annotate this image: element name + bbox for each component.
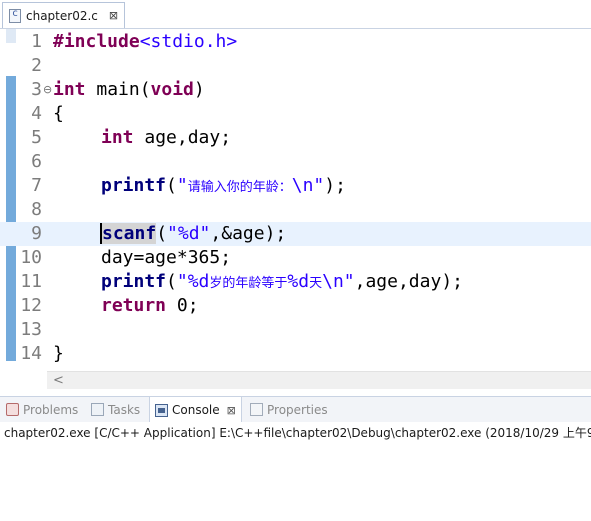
code-text[interactable]: day=age*365; bbox=[101, 246, 231, 270]
code-line-3[interactable]: 3 ⊖ int main(void) bbox=[0, 78, 591, 102]
code-line-7[interactable]: 7 printf("请输入你的年龄：\n"); bbox=[0, 174, 591, 198]
code-text[interactable]: scanf("%d",&age); bbox=[100, 222, 286, 246]
code-line-2[interactable]: 2 bbox=[0, 54, 591, 78]
line-number: 1 bbox=[31, 31, 42, 52]
code-editor[interactable]: 1 #include<stdio.h> 2 3 ⊖ int main(void)… bbox=[0, 29, 591, 369]
line-number: 10 bbox=[20, 247, 42, 268]
line-number: 8 bbox=[31, 199, 42, 220]
code-line-6[interactable]: 6 bbox=[0, 150, 591, 174]
code-line-14[interactable]: 14 } bbox=[0, 342, 591, 366]
code-line-4[interactable]: 4 { bbox=[0, 102, 591, 126]
line-number: 7 bbox=[31, 175, 42, 196]
code-text[interactable]: } bbox=[53, 342, 64, 366]
code-line-1[interactable]: 1 #include<stdio.h> bbox=[0, 30, 591, 54]
code-line-13[interactable]: 13 bbox=[0, 318, 591, 342]
properties-icon bbox=[250, 403, 263, 416]
bottom-panel-tab-bar: Problems Tasks Console ⊠ Properties bbox=[0, 396, 591, 423]
line-number: 5 bbox=[31, 127, 42, 148]
editor-tab-bar: chapter02.c ⊠ bbox=[0, 0, 591, 29]
tab-tasks[interactable]: Tasks bbox=[91, 397, 140, 422]
line-number: 4 bbox=[31, 103, 42, 124]
code-text[interactable]: #include<stdio.h> bbox=[53, 30, 237, 54]
code-text[interactable]: printf("请输入你的年龄：\n"); bbox=[101, 174, 346, 200]
line-number: 2 bbox=[31, 55, 42, 76]
scanf-occurrence: scanf bbox=[100, 223, 157, 244]
code-text[interactable]: printf("%d岁的年龄等于%d天\n",age,day); bbox=[101, 270, 463, 296]
line-number: 6 bbox=[31, 151, 42, 172]
code-line-12[interactable]: 12 return 0; bbox=[0, 294, 591, 318]
code-line-5[interactable]: 5 int age,day; bbox=[0, 126, 591, 150]
code-line-11[interactable]: 11 printf("%d岁的年龄等于%d天\n",age,day); bbox=[0, 270, 591, 294]
code-text[interactable]: int age,day; bbox=[101, 126, 231, 150]
fold-toggle-icon[interactable]: ⊖ bbox=[43, 78, 52, 102]
line-number: 3 bbox=[31, 79, 42, 100]
tab-problems[interactable]: Problems bbox=[6, 397, 78, 422]
code-line-9[interactable]: 9 scanf("%d",&age); bbox=[0, 222, 591, 246]
scroll-left-icon[interactable]: < bbox=[53, 372, 64, 389]
line-number: 9 bbox=[31, 223, 42, 244]
line-number: 13 bbox=[20, 319, 42, 340]
editor-tab-chapter02[interactable]: chapter02.c ⊠ bbox=[2, 2, 126, 28]
code-line-10[interactable]: 10 day=age*365; bbox=[0, 246, 591, 270]
tab-label: Problems bbox=[23, 402, 79, 417]
horizontal-scrollbar[interactable]: < bbox=[47, 371, 591, 389]
tab-label: Tasks bbox=[108, 402, 141, 417]
code-text[interactable]: int main(void) bbox=[53, 78, 205, 102]
code-line-8[interactable]: 8 bbox=[0, 198, 591, 222]
console-icon bbox=[155, 403, 168, 417]
code-text[interactable]: return 0; bbox=[101, 294, 199, 318]
line-number: 11 bbox=[20, 271, 42, 292]
tab-properties[interactable]: Properties bbox=[250, 397, 328, 422]
line-number: 12 bbox=[20, 295, 42, 316]
tab-console[interactable]: Console ⊠ bbox=[149, 397, 242, 423]
close-icon[interactable]: ⊠ bbox=[109, 9, 118, 22]
line-number: 14 bbox=[20, 343, 42, 364]
problems-icon bbox=[6, 403, 19, 416]
panel-divider bbox=[0, 389, 591, 394]
code-text[interactable]: { bbox=[53, 102, 64, 126]
tasks-icon bbox=[91, 403, 104, 416]
editor-tab-label: chapter02.c bbox=[26, 8, 98, 23]
tab-label: Properties bbox=[267, 402, 328, 417]
close-icon[interactable]: ⊠ bbox=[227, 404, 236, 417]
c-file-icon bbox=[9, 8, 21, 23]
console-process-label: chapter02.exe [C/C++ Application] E:\C++… bbox=[4, 426, 591, 440]
tab-label: Console bbox=[172, 403, 220, 417]
